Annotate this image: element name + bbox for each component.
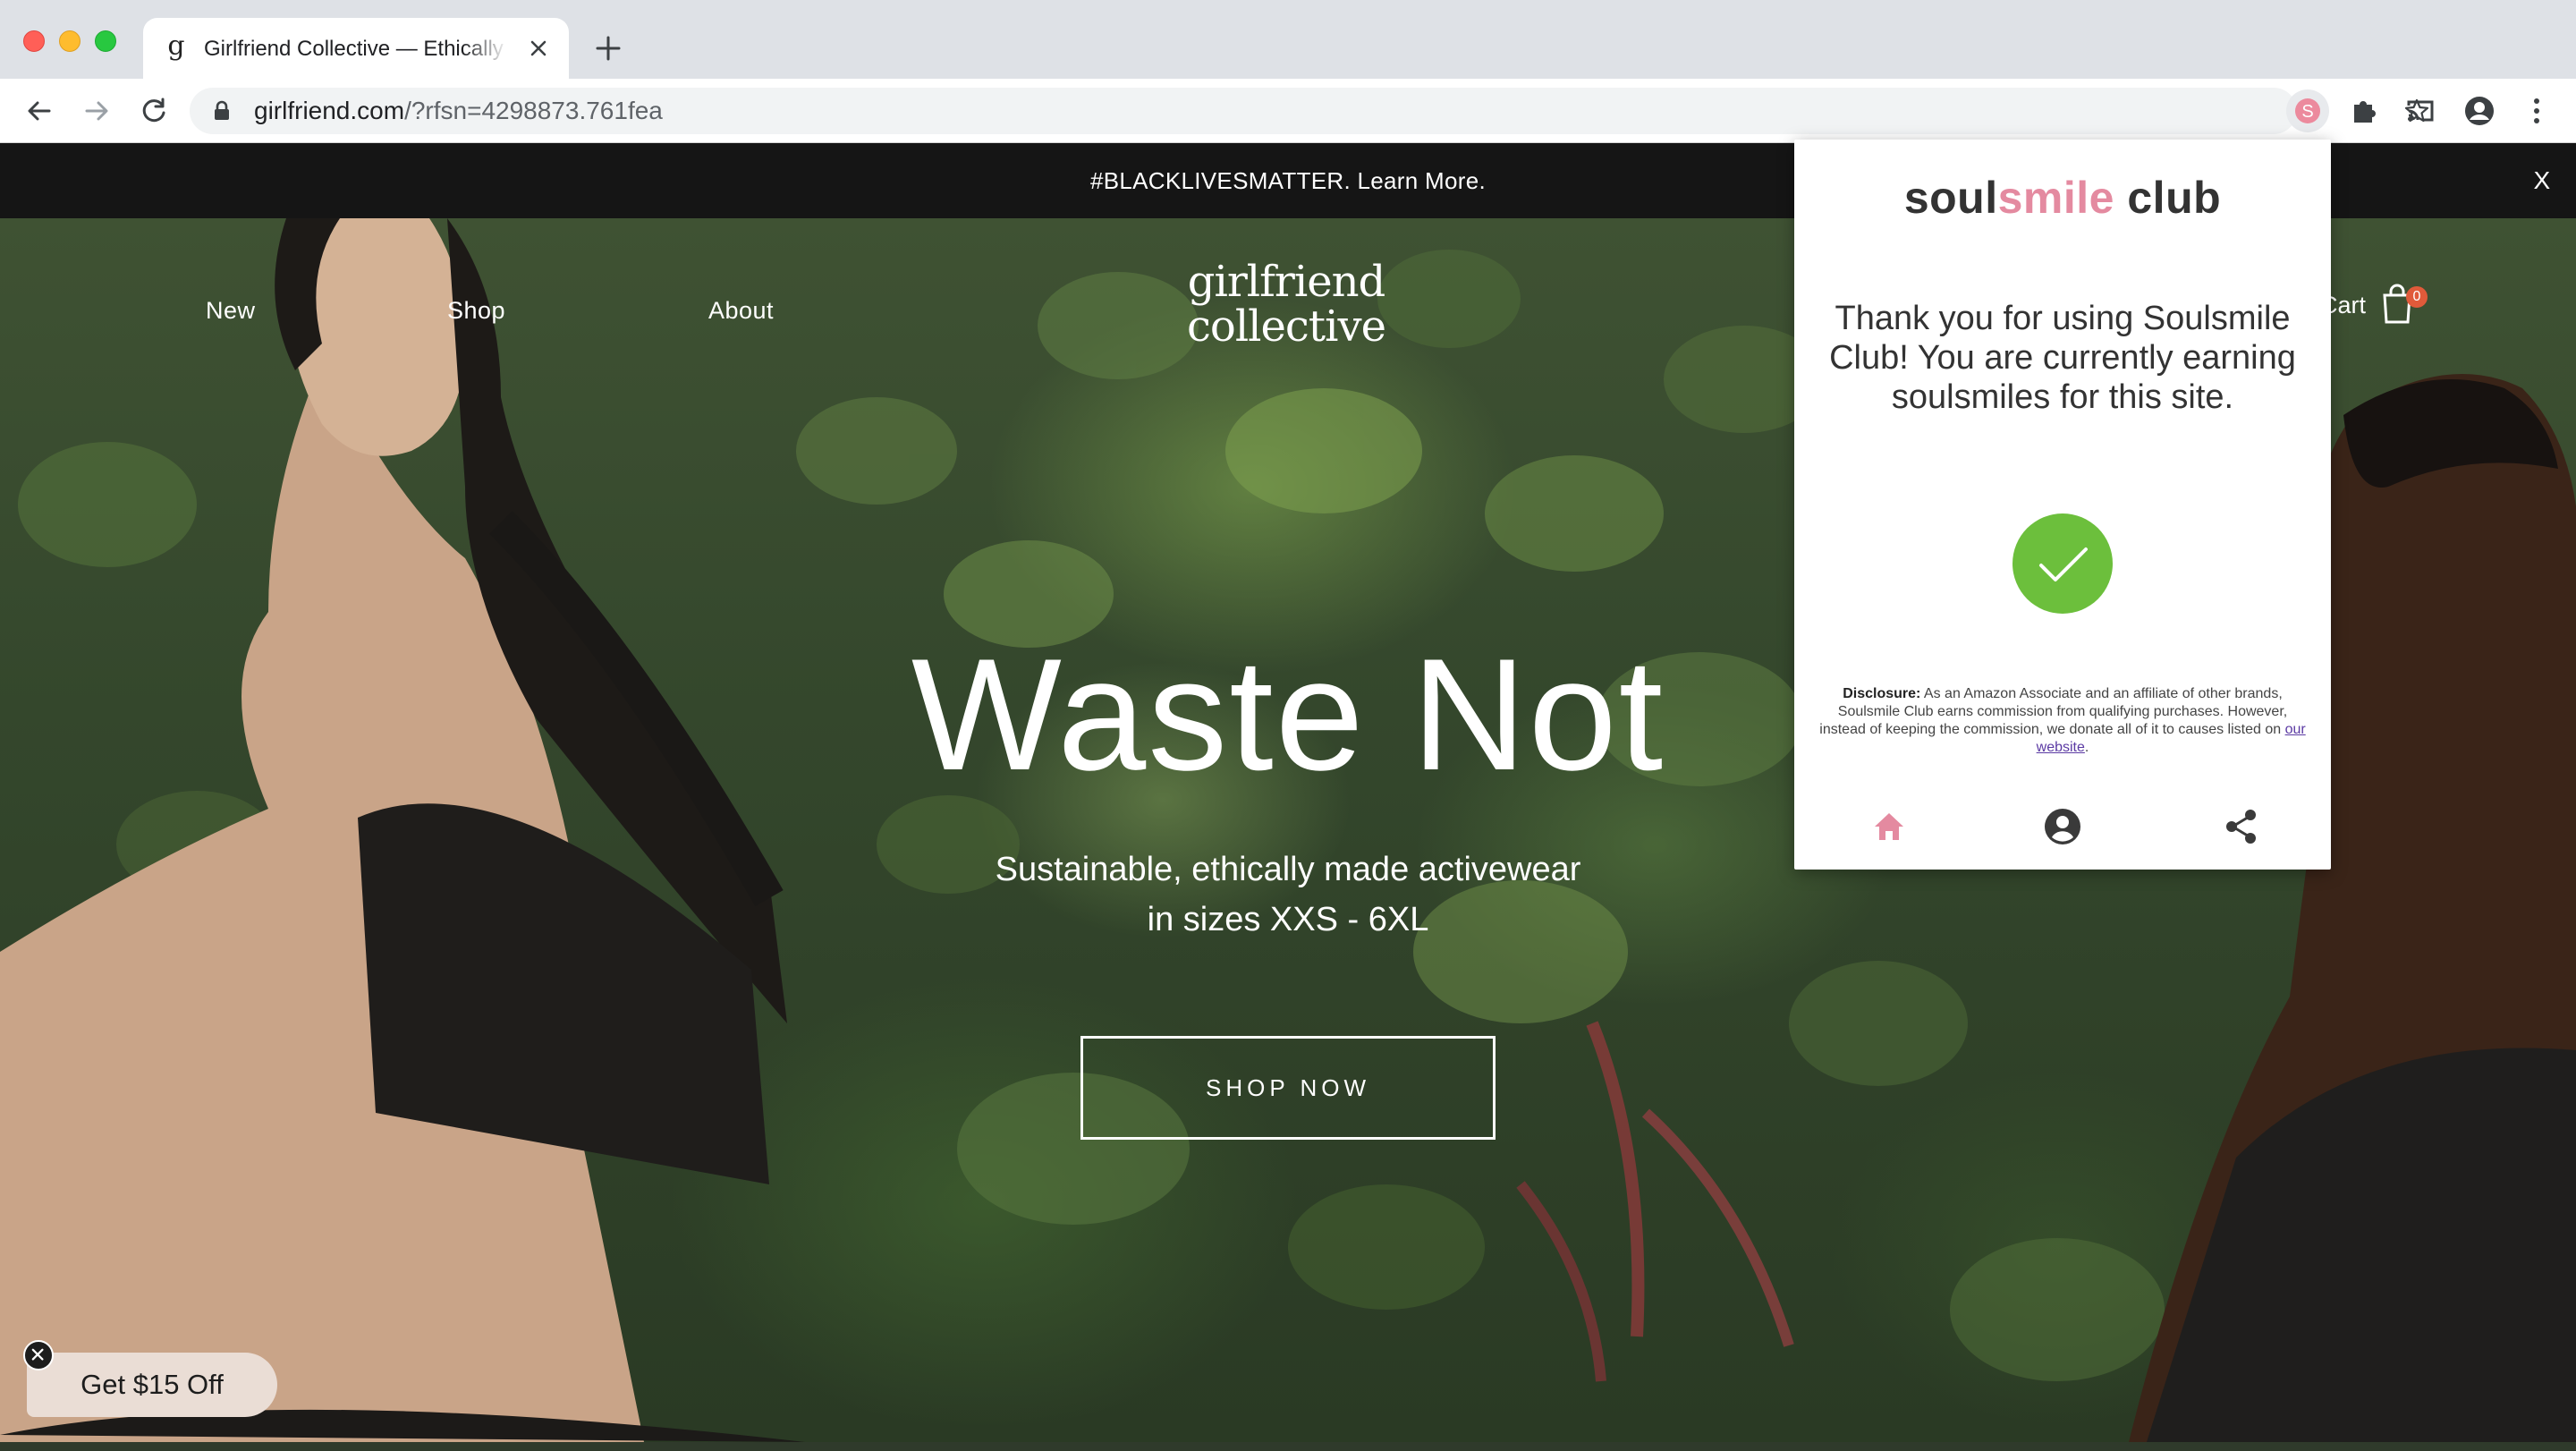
new-tab-icon[interactable] [590, 30, 626, 66]
tab-favicon: g [167, 30, 185, 62]
soulsmile-extension-button[interactable]: S [2286, 89, 2329, 132]
popup-message: Thank you for using Soulsmile Club! You … [1829, 300, 2296, 416]
extension-letter: S [2301, 102, 2313, 122]
browser-toolbar: girlfriend.com/?rfsn=4298873.761fea S [0, 79, 2576, 143]
discount-promo-button[interactable]: Get $15 Off [27, 1353, 277, 1417]
puzzle-icon[interactable] [2343, 89, 2386, 132]
back-icon[interactable] [20, 91, 59, 131]
brand-smile: smile [1997, 173, 2114, 223]
hero-subtitle-line-1: Sustainable, ethically made activewear [995, 851, 1581, 888]
success-badge [2012, 513, 2113, 614]
url-path: /?rfsn=4298873.761fea [404, 97, 663, 124]
reload-icon[interactable] [134, 91, 174, 131]
brand-club: club [2114, 173, 2222, 223]
lock-icon[interactable] [209, 98, 234, 123]
url-host: girlfriend.com [254, 97, 405, 124]
forward-icon[interactable] [77, 91, 116, 131]
window-minimize-button[interactable] [59, 30, 80, 52]
browser-tab-active[interactable]: g Girlfriend Collective — Ethically Made… [143, 18, 569, 79]
model-left-image [0, 218, 805, 1442]
share-icon[interactable] [2220, 805, 2263, 848]
nav-link-shop[interactable]: Shop [447, 297, 505, 325]
announcement-close-button[interactable]: X [2524, 143, 2560, 218]
hero-title: Waste Not [911, 625, 1665, 803]
cast-icon[interactable] [2399, 89, 2442, 132]
disclosure-text: Disclosure: As an Amazon Associate and a… [1816, 685, 2309, 757]
logo-line-2: collective [1187, 301, 1386, 352]
profile-icon[interactable] [2458, 89, 2501, 132]
logo-line-1: girlfriend [1187, 257, 1385, 307]
cart-count-badge: 0 [2406, 286, 2428, 308]
tab-close-icon[interactable] [522, 32, 555, 64]
announcement-text[interactable]: #BLACKLIVESMATTER. Learn More. [1090, 167, 1486, 194]
home-icon[interactable] [1868, 805, 1911, 848]
disclosure-label: Disclosure: [1843, 686, 1921, 701]
promo-close-icon[interactable] [23, 1340, 54, 1370]
popup-brand-logo: soulsmile club [1794, 172, 2331, 224]
brand-soul: soul [1903, 173, 1998, 223]
account-icon[interactable] [2041, 805, 2084, 848]
site-logo[interactable]: girlfriend collective [1179, 259, 1394, 349]
hero-subtitle-line-2: in sizes XXS - 6XL [1147, 901, 1429, 938]
extension-icon: S [2295, 98, 2320, 123]
url-text[interactable]: girlfriend.com/?rfsn=4298873.761fea [254, 97, 663, 125]
menu-icon[interactable] [2515, 89, 2558, 132]
hero-subtitle: Sustainable, ethically made activewear i… [930, 844, 1646, 945]
window-zoom-button[interactable] [95, 30, 116, 52]
nav-link-new[interactable]: New [206, 297, 256, 325]
address-bar[interactable]: girlfriend.com/?rfsn=4298873.761fea [190, 88, 2429, 134]
window-close-button[interactable] [23, 30, 45, 52]
soulsmile-extension-popup: soulsmile club Thank you for using Souls… [1794, 140, 2331, 870]
checkmark-icon [2039, 547, 2088, 581]
disclosure-end: . [2084, 740, 2089, 755]
nav-link-about[interactable]: About [708, 297, 774, 325]
shop-now-button[interactable]: SHOP NOW [1080, 1036, 1496, 1140]
tab-title: Girlfriend Collective — Ethically Made A… [204, 37, 508, 61]
browser-titlebar: g Girlfriend Collective — Ethically Made… [0, 0, 2576, 79]
